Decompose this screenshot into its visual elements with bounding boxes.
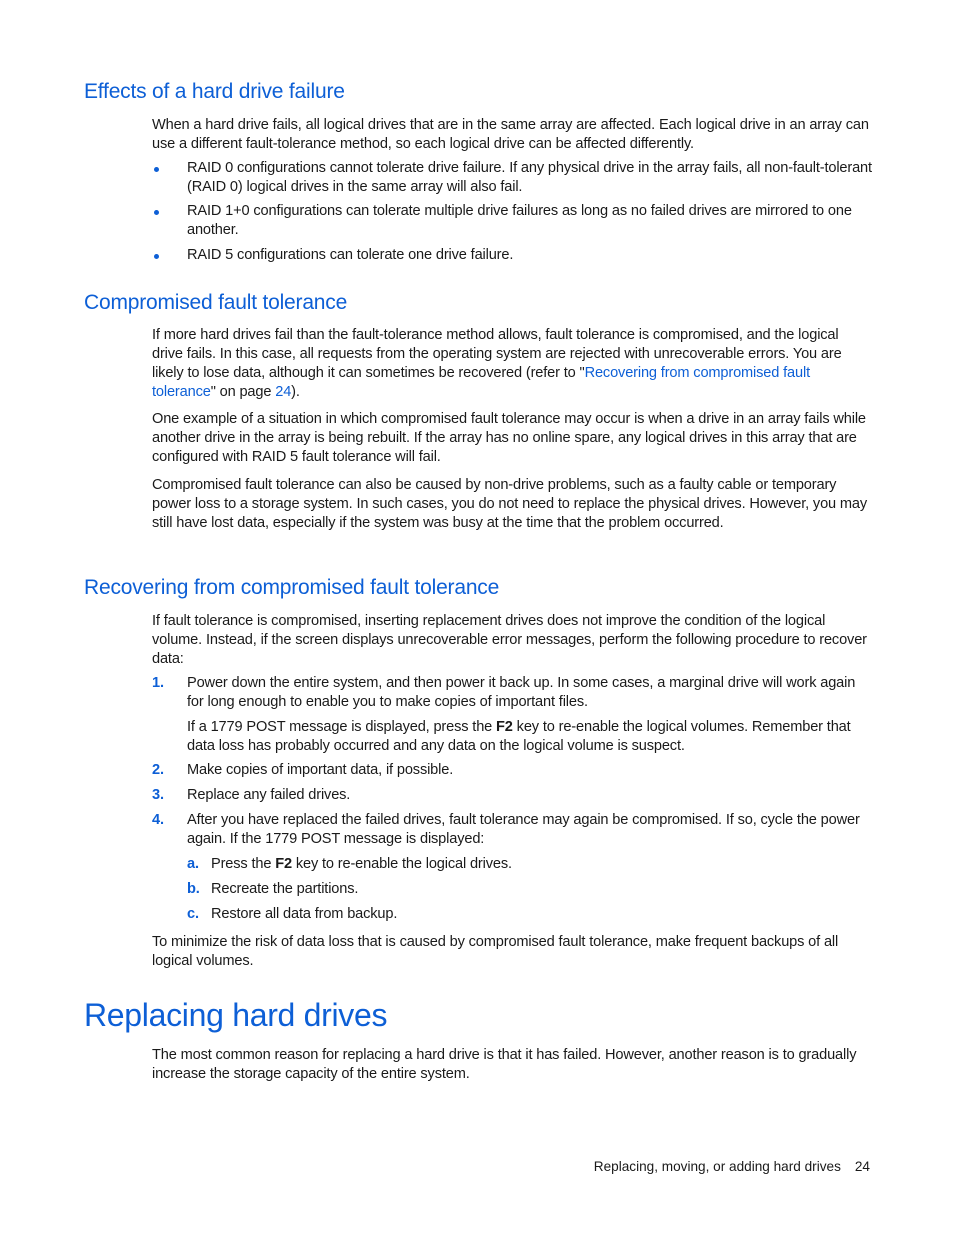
footer-chapter-title: Replacing, moving, or adding hard drives: [593, 1159, 841, 1174]
page-number-link[interactable]: 24: [275, 384, 291, 400]
compromised-paragraph-3: Compromised fault tolerance can also be …: [152, 477, 868, 531]
effects-intro-paragraph: When a hard drive fails, all logical dri…: [152, 117, 869, 152]
step-text: After you have replaced the failed drive…: [187, 812, 860, 847]
compromised-paragraph-1: If more hard drives fail than the fault-…: [152, 327, 842, 400]
section-heading-compromised: Compromised fault tolerance: [84, 291, 348, 314]
bullet-icon: [154, 210, 159, 215]
list-item-text: RAID 1+0 configurations can tolerate mul…: [187, 203, 852, 238]
substep-letter: b.: [187, 881, 200, 897]
step-text: Make copies of important data, if possib…: [187, 762, 454, 778]
bullet-icon: [154, 254, 159, 259]
chapter-heading-replacing: Replacing hard drives: [84, 997, 388, 1033]
section-heading-recovering: Recovering from compromised fault tolera…: [84, 576, 500, 599]
step-number: 4.: [152, 812, 164, 828]
step-text: Replace any failed drives.: [187, 787, 351, 803]
step-number: 1.: [152, 675, 164, 691]
replacing-intro-paragraph: The most common reason for replacing a h…: [152, 1047, 857, 1082]
document-page: Effects of a hard drive failure When a h…: [84, 80, 872, 1176]
recovering-closing-paragraph: To minimize the risk of data loss that i…: [152, 934, 839, 969]
step-number: 2.: [152, 762, 164, 778]
substep-text: Recreate the partitions.: [211, 881, 359, 897]
page-footer: Replacing, moving, or adding hard drives…: [594, 1158, 870, 1176]
key-name: F2: [496, 719, 513, 735]
key-name: F2: [275, 856, 292, 872]
compromised-paragraph-2: One example of a situation in which comp…: [152, 411, 866, 465]
list-item-text: RAID 5 configurations can tolerate one d…: [187, 247, 514, 263]
substep-letter: c.: [187, 906, 199, 922]
step-text: Power down the entire system, and then p…: [187, 675, 856, 710]
substep-letter: a.: [187, 856, 199, 872]
footer-page-number: 24: [854, 1159, 870, 1174]
step-number: 3.: [152, 787, 164, 803]
list-item-text: RAID 0 configurations cannot tolerate dr…: [187, 160, 872, 195]
section-heading-effects: Effects of a hard drive failure: [84, 80, 345, 103]
recovering-intro-paragraph: If fault tolerance is compromised, inser…: [152, 613, 867, 667]
substep-text: Restore all data from backup.: [211, 906, 398, 922]
bullet-icon: [154, 167, 159, 172]
